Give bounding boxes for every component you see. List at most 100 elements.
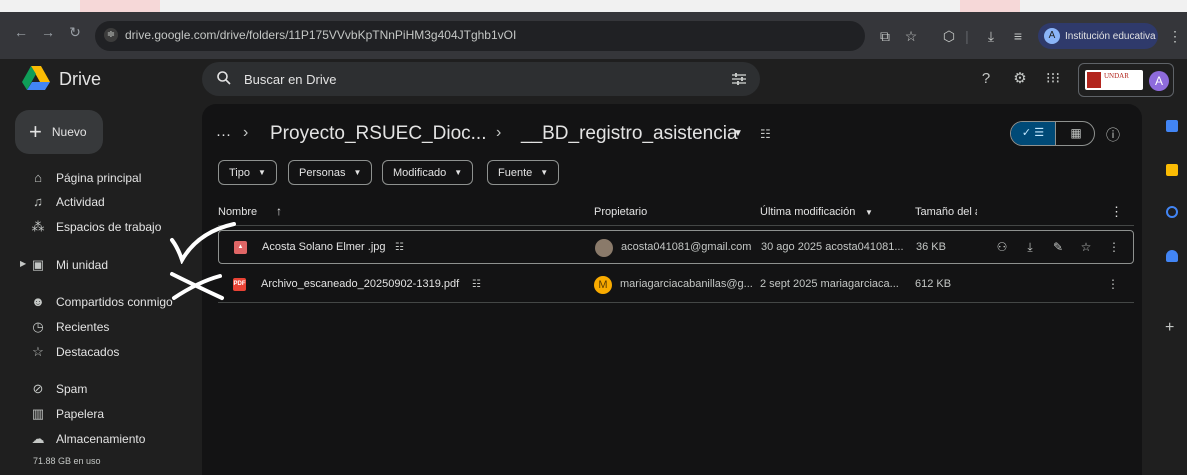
folder-menu-chevron-icon[interactable]: ▼	[733, 128, 743, 139]
sidebar-item-label: Spam	[56, 382, 88, 396]
breadcrumb-separator: ›	[496, 124, 502, 141]
owner-avatar	[595, 239, 613, 257]
column-header-owner[interactable]: Propietario	[594, 206, 647, 218]
rename-pencil-icon[interactable]: ✎	[1050, 240, 1066, 254]
chevron-down-icon: ▼	[454, 168, 463, 177]
org-logo: UNDAR	[1085, 70, 1143, 90]
search-input[interactable]	[244, 70, 694, 88]
breadcrumb-current[interactable]: __BD_registro_asistencia	[521, 123, 738, 145]
expand-arrow-icon[interactable]: ▶	[20, 259, 26, 268]
forward-icon[interactable]: →	[37, 24, 59, 40]
grid-view-button[interactable]: ▦	[1055, 122, 1094, 145]
pdf-file-icon: PDF	[233, 278, 246, 291]
list-view-button[interactable]: ✓ ☰	[1011, 122, 1055, 145]
search-icon[interactable]	[216, 70, 232, 86]
cast-icon[interactable]: ⧉	[876, 28, 894, 45]
sidebar-item-label: Almacenamiento	[56, 432, 146, 446]
modified-date: 2 sept 2025 mariagarciaca...	[760, 278, 899, 290]
drive-logo-icon[interactable]	[22, 66, 50, 90]
keep-icon[interactable]	[1166, 164, 1178, 176]
trash-icon: ▥	[31, 406, 45, 421]
new-button-label: Nuevo	[51, 125, 87, 139]
sidebar-item-trash[interactable]: ▥ Papelera	[0, 403, 200, 425]
details-info-icon[interactable]: ⓘ	[1106, 125, 1120, 145]
file-name[interactable]: Acosta Solano Elmer .jpg	[262, 241, 386, 253]
help-icon[interactable]: ?	[977, 70, 995, 88]
calendar-icon[interactable]	[1166, 120, 1178, 132]
reading-list-icon[interactable]: ≡	[1009, 28, 1027, 44]
address-bar[interactable]: ≑ drive.google.com/drive/folders/11P175V…	[95, 21, 865, 51]
plus-icon: +	[29, 119, 42, 144]
chevron-down-icon: ▼	[540, 168, 549, 177]
app-title[interactable]: Drive	[59, 69, 101, 90]
reload-icon[interactable]: ↻	[64, 24, 86, 41]
table-divider	[218, 302, 1134, 303]
column-header-name[interactable]: Nombre	[218, 206, 257, 218]
column-header-modified[interactable]: Última modificación	[760, 206, 855, 218]
filter-label: Tipo	[229, 166, 250, 179]
modified-date: 30 ago 2025 acosta041081...	[761, 241, 904, 253]
contacts-icon[interactable]	[1166, 250, 1178, 262]
sidebar-item-spam[interactable]: ⊘ Spam	[0, 378, 200, 400]
bookmark-star-icon[interactable]: ☆	[902, 28, 920, 45]
filter-modified[interactable]: Modificado ▼	[382, 160, 474, 185]
column-header-size[interactable]: Tamaño del a	[915, 206, 977, 218]
filter-people[interactable]: Personas ▼	[288, 160, 373, 185]
account-switcher[interactable]: UNDAR A	[1078, 63, 1174, 97]
filter-label: Personas	[299, 166, 346, 179]
search-options-icon[interactable]	[730, 70, 748, 88]
star-icon[interactable]: ☆	[1078, 240, 1094, 254]
share-user-icon[interactable]: ⚇	[994, 240, 1010, 254]
sidebar-item-activity[interactable]: ♫ Actividad	[0, 191, 200, 213]
column-more-icon[interactable]: ⋮	[1110, 204, 1123, 220]
download-icon[interactable]: ⤓	[1022, 240, 1038, 255]
settings-gear-icon[interactable]: ⚙	[1011, 70, 1029, 88]
more-actions-icon[interactable]: ⋮	[1105, 277, 1121, 291]
download-icon[interactable]: ⤓	[982, 28, 1000, 45]
sidebar-item-label: Mi unidad	[56, 258, 109, 272]
sidebar-item-home[interactable]: ⌂ Página principal	[0, 167, 200, 189]
sidebar-item-label: Página principal	[56, 171, 142, 185]
view-toggle[interactable]: ✓ ☰ ▦	[1010, 121, 1095, 146]
table-divider	[218, 225, 1134, 226]
extensions-icon[interactable]: ⬡	[940, 28, 958, 45]
account-avatar[interactable]: A	[1149, 71, 1169, 91]
toolbar-separator: |	[965, 28, 969, 44]
filter-type[interactable]: Tipo ▼	[218, 160, 277, 185]
add-addon-icon[interactable]: +	[1165, 319, 1174, 337]
url-text: drive.google.com/drive/folders/11P175VVv…	[125, 28, 517, 42]
breadcrumb-more[interactable]: ···	[216, 126, 231, 143]
more-actions-icon[interactable]: ⋮	[1106, 240, 1122, 254]
shared-people-icon: ☷	[395, 242, 404, 253]
breadcrumb-parent[interactable]: Proyecto_RSUEC_Dioc...	[270, 123, 486, 145]
apps-grid-icon[interactable]: ⁝⁝⁝	[1044, 70, 1062, 88]
sidebar-item-my-drive[interactable]: ▶ ▣ Mi unidad	[0, 254, 200, 276]
new-button[interactable]: + Nuevo	[15, 110, 103, 154]
sort-chevron-down-icon[interactable]: ▼	[865, 208, 873, 217]
table-row[interactable]: ▲ Acosta Solano Elmer .jpg ☷ acosta04108…	[218, 230, 1134, 264]
chevron-down-icon: ▼	[258, 168, 266, 177]
sidebar-item-storage[interactable]: ☁ Almacenamiento	[0, 428, 200, 450]
sidebar-item-workspaces[interactable]: ⁂ Espacios de trabajo	[0, 216, 200, 238]
filter-source[interactable]: Fuente ▼	[487, 160, 560, 185]
shared-people-icon: ☷	[472, 279, 481, 290]
sidebar-item-label: Espacios de trabajo	[56, 220, 162, 234]
star-icon: ☆	[32, 344, 44, 359]
search-bar[interactable]	[202, 62, 760, 96]
sidebar-item-label: Recientes	[56, 320, 110, 334]
owner-avatar: M	[594, 276, 612, 294]
browser-toolbar: ← → ↻ ≑ drive.google.com/drive/folders/1…	[0, 12, 1187, 59]
profile-chip[interactable]: A Institución educativa	[1038, 23, 1158, 49]
clock-icon: ◷	[32, 319, 44, 334]
table-row[interactable]: PDF Archivo_escaneado_20250902-1319.pdf …	[218, 268, 1134, 302]
sort-arrow-up-icon[interactable]: ↑	[276, 204, 282, 218]
site-settings-icon[interactable]: ≑	[104, 28, 118, 42]
browser-menu-icon[interactable]: ⋮	[1168, 28, 1182, 45]
back-icon[interactable]: ←	[10, 24, 32, 40]
sidebar-item-shared[interactable]: ☻ Compartidos conmigo	[0, 291, 200, 313]
tasks-icon[interactable]	[1166, 206, 1178, 218]
sidebar-item-starred[interactable]: ☆ Destacados	[0, 341, 200, 363]
file-name[interactable]: Archivo_escaneado_20250902-1319.pdf	[261, 278, 459, 290]
org-logo-text: UNDAR	[1104, 72, 1129, 80]
sidebar-item-recent[interactable]: ◷ Recientes	[0, 316, 200, 338]
